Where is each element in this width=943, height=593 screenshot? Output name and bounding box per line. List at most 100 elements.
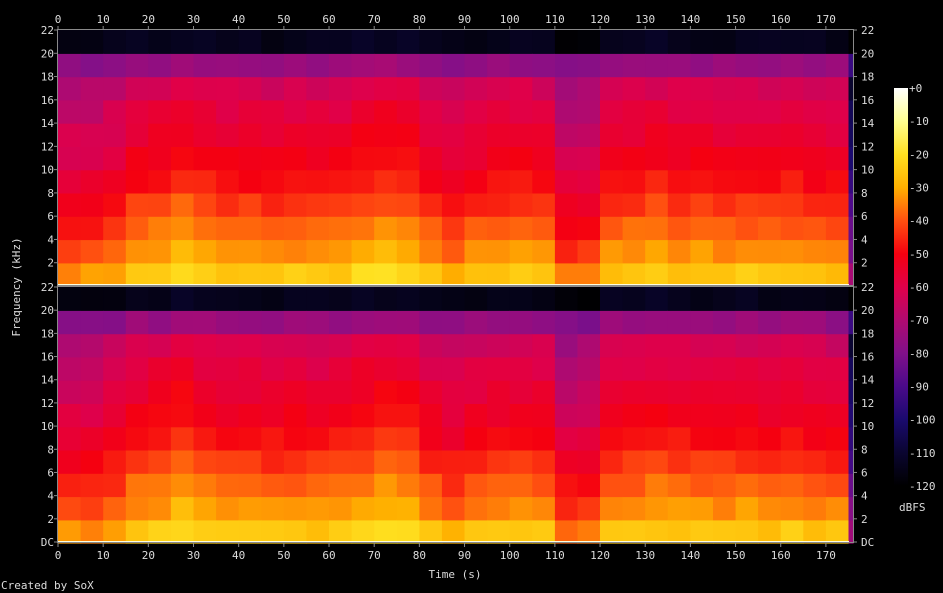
heatmap-cell xyxy=(825,146,850,171)
heatmap-cell xyxy=(848,30,854,54)
heatmap-cell xyxy=(261,53,285,78)
heatmap-cell xyxy=(803,496,827,521)
heatmap-cell xyxy=(735,380,759,404)
heatmap-cell xyxy=(487,426,511,451)
heatmap-cell xyxy=(58,192,82,217)
colorbar-tick-label: -120 xyxy=(909,480,936,493)
y-tick-label-right: 22 xyxy=(861,281,874,294)
heatmap-cell xyxy=(848,262,854,287)
heatmap-cell xyxy=(261,449,285,474)
heatmap-cell xyxy=(509,146,533,171)
heatmap-cell xyxy=(554,287,579,311)
heatmap-cell xyxy=(577,426,601,451)
heatmap-cell xyxy=(713,333,737,358)
heatmap-cell xyxy=(667,380,691,404)
y-tick-label-left: 8 xyxy=(47,443,54,456)
heatmap-cell xyxy=(509,380,533,404)
heatmap-cell xyxy=(600,146,624,171)
heatmap-cell xyxy=(238,53,262,78)
heatmap-cell xyxy=(848,76,854,101)
y-tick-label-left: DC xyxy=(41,536,54,549)
heatmap-cell xyxy=(645,403,669,428)
heatmap-cell xyxy=(374,53,398,78)
heatmap-cell xyxy=(103,519,127,544)
y-tick-label-left: 4 xyxy=(47,490,54,503)
heatmap-cell xyxy=(848,519,854,544)
y-tick-label-right: 16 xyxy=(861,94,874,107)
heatmap-cell xyxy=(351,380,375,404)
heatmap-cell xyxy=(848,99,854,124)
heatmap-cell xyxy=(464,449,488,474)
heatmap-cell xyxy=(690,99,714,124)
heatmap-cell xyxy=(283,30,308,54)
heatmap-cell xyxy=(600,473,624,498)
heatmap-cell xyxy=(58,519,82,544)
y-axis-label: Frequency (kHz) xyxy=(10,237,23,336)
heatmap-cell xyxy=(600,356,624,381)
heatmap-cell xyxy=(216,519,240,544)
heatmap-cell xyxy=(103,192,127,217)
heatmap-cell xyxy=(148,333,172,358)
heatmap-cell xyxy=(148,192,172,217)
heatmap-cell xyxy=(396,449,420,474)
heatmap-cell xyxy=(148,496,172,521)
heatmap-cell xyxy=(667,449,691,474)
heatmap-cell xyxy=(622,262,646,287)
heatmap-cell xyxy=(125,310,149,335)
heatmap-cell xyxy=(170,287,195,311)
heatmap-cell xyxy=(441,310,466,335)
colorbar xyxy=(894,88,908,486)
heatmap-cell xyxy=(216,239,240,264)
colorbar-label: dBFS xyxy=(899,501,926,514)
heatmap-cell xyxy=(758,403,782,428)
heatmap-cell xyxy=(554,310,579,335)
y-tick-label-left: 22 xyxy=(41,24,54,37)
heatmap-cell xyxy=(825,449,850,474)
heatmap-cell xyxy=(238,99,262,124)
heatmap-cell xyxy=(306,76,330,101)
heatmap-cell xyxy=(148,403,172,428)
heatmap-cell xyxy=(170,30,195,54)
heatmap-cell xyxy=(351,403,375,428)
heatmap-cell xyxy=(600,403,624,428)
heatmap-cell xyxy=(329,192,353,217)
heatmap-cell xyxy=(238,123,262,147)
heatmap-cell xyxy=(554,123,579,147)
heatmap-cell xyxy=(554,473,579,498)
heatmap-cell xyxy=(329,262,353,287)
heatmap-cell xyxy=(80,449,104,474)
heatmap-cell xyxy=(690,262,714,287)
heatmap-cell xyxy=(622,310,646,335)
heatmap-cell xyxy=(577,333,601,358)
heatmap-cell xyxy=(329,99,353,124)
heatmap-cell xyxy=(216,310,240,335)
heatmap-cell xyxy=(645,519,669,544)
heatmap-cell xyxy=(622,496,646,521)
heatmap-cell xyxy=(825,473,850,498)
heatmap-cell xyxy=(125,519,149,544)
heatmap-cell xyxy=(148,99,172,124)
heatmap-cell xyxy=(464,216,488,241)
heatmap-cell xyxy=(58,169,82,194)
heatmap-cell xyxy=(396,99,420,124)
heatmap-cell xyxy=(419,30,443,54)
y-tick-label-left: 2 xyxy=(47,257,54,270)
heatmap-cell xyxy=(645,426,669,451)
heatmap-cell xyxy=(622,30,646,54)
heatmap-cell xyxy=(238,192,262,217)
y-tick-label-right: 18 xyxy=(861,71,874,84)
heatmap-cell xyxy=(238,380,262,404)
heatmap-cell xyxy=(329,239,353,264)
heatmap-cell xyxy=(487,53,511,78)
heatmap-cell xyxy=(216,216,240,241)
heatmap-cell xyxy=(600,53,624,78)
heatmap-cell xyxy=(396,192,420,217)
heatmap-cell xyxy=(758,123,782,147)
heatmap-cell xyxy=(441,123,466,147)
heatmap-cell xyxy=(170,426,195,451)
heatmap-cell xyxy=(80,216,104,241)
heatmap-cell xyxy=(554,169,579,194)
heatmap-cell xyxy=(825,519,850,544)
heatmap-cell xyxy=(238,146,262,171)
heatmap-cell xyxy=(487,30,511,54)
